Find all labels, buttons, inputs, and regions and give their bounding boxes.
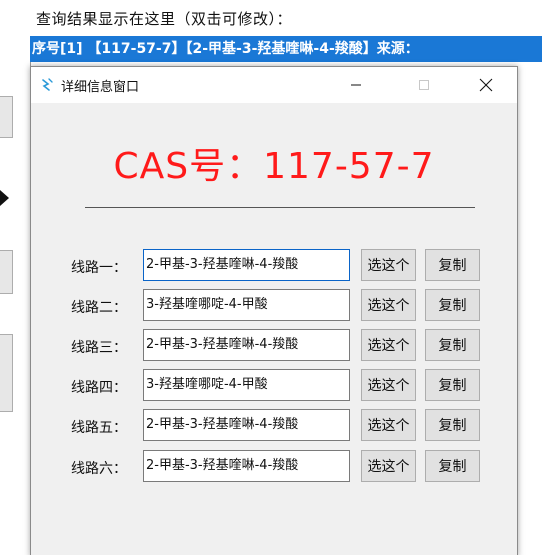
results-heading: 查询结果显示在这里（双击可修改）： (36, 10, 293, 28)
copy-button-2[interactable]: 复制 (425, 289, 480, 321)
route-label: 线路二： (71, 300, 127, 316)
left-side-button-1[interactable] (0, 96, 13, 138)
route-label: 线路一： (71, 260, 127, 276)
minimize-button[interactable] (333, 67, 379, 103)
detail-dialog: 详细信息窗口 CAS号：117-57-7 线路一： 2-甲基-3-羟基喹啉-4-… (30, 66, 518, 555)
result-list-item-selected[interactable]: 序号[1] 【117-57-7】【2-甲基-3-羟基喹啉-4-羧酸】来源： (30, 36, 542, 62)
route-row-4: 线路四： 3-羟基喹哪啶-4-甲酸 选这个 复制 (31, 369, 517, 403)
route-row-2: 线路二： 3-羟基喹哪啶-4-甲酸 选这个 复制 (31, 289, 517, 323)
select-button-6[interactable]: 选这个 (361, 450, 416, 482)
select-button-3[interactable]: 选这个 (361, 329, 416, 361)
app-icon (42, 78, 53, 91)
minimize-icon (351, 84, 361, 86)
route-label: 线路三： (71, 340, 127, 356)
maximize-icon (419, 80, 429, 90)
route-input-5[interactable]: 2-甲基-3-羟基喹啉-4-羧酸 (143, 409, 350, 441)
route-input-2[interactable]: 3-羟基喹哪啶-4-甲酸 (143, 289, 350, 321)
select-button-2[interactable]: 选这个 (361, 289, 416, 321)
play-arrow-icon[interactable] (0, 190, 9, 206)
copy-button-1[interactable]: 复制 (425, 249, 480, 281)
route-row-6: 线路六： 2-甲基-3-羟基喹啉-4-羧酸 选这个 复制 (31, 450, 517, 484)
route-row-3: 线路三： 2-甲基-3-羟基喹啉-4-羧酸 选这个 复制 (31, 329, 517, 363)
screen: 查询结果显示在这里（双击可修改）： 序号[1] 【117-57-7】【2-甲基-… (0, 0, 542, 555)
route-row-5: 线路五： 2-甲基-3-羟基喹啉-4-羧酸 选这个 复制 (31, 409, 517, 443)
select-button-5[interactable]: 选这个 (361, 409, 416, 441)
divider-line (85, 207, 475, 208)
route-row-1: 线路一： 2-甲基-3-羟基喹啉-4-羧酸 选这个 复制 (31, 249, 517, 283)
copy-button-4[interactable]: 复制 (425, 369, 480, 401)
select-button-4[interactable]: 选这个 (361, 369, 416, 401)
left-side-button-2[interactable] (0, 250, 13, 294)
route-label: 线路六： (71, 461, 127, 477)
select-button-1[interactable]: 选这个 (361, 249, 416, 281)
route-label: 线路五： (71, 420, 127, 436)
dialog-titlebar[interactable]: 详细信息窗口 (31, 67, 517, 103)
result-list-item-text: 序号[1] 【117-57-7】【2-甲基-3-羟基喹啉-4-羧酸】来源： (32, 41, 419, 57)
copy-button-3[interactable]: 复制 (425, 329, 480, 361)
route-input-3[interactable]: 2-甲基-3-羟基喹啉-4-羧酸 (143, 329, 350, 361)
copy-button-6[interactable]: 复制 (425, 450, 480, 482)
dialog-title: 详细信息窗口 (61, 80, 140, 95)
cas-number-title: CAS号：117-57-7 (113, 146, 435, 187)
route-label: 线路四： (71, 380, 127, 396)
left-side-button-3[interactable] (0, 334, 13, 412)
route-input-1[interactable]: 2-甲基-3-羟基喹啉-4-羧酸 (143, 249, 350, 281)
route-input-4[interactable]: 3-羟基喹哪啶-4-甲酸 (143, 369, 350, 401)
close-icon (479, 78, 493, 92)
maximize-button[interactable] (401, 67, 447, 103)
copy-button-5[interactable]: 复制 (425, 409, 480, 441)
close-button[interactable] (463, 67, 509, 103)
route-input-6[interactable]: 2-甲基-3-羟基喹啉-4-羧酸 (143, 450, 350, 482)
